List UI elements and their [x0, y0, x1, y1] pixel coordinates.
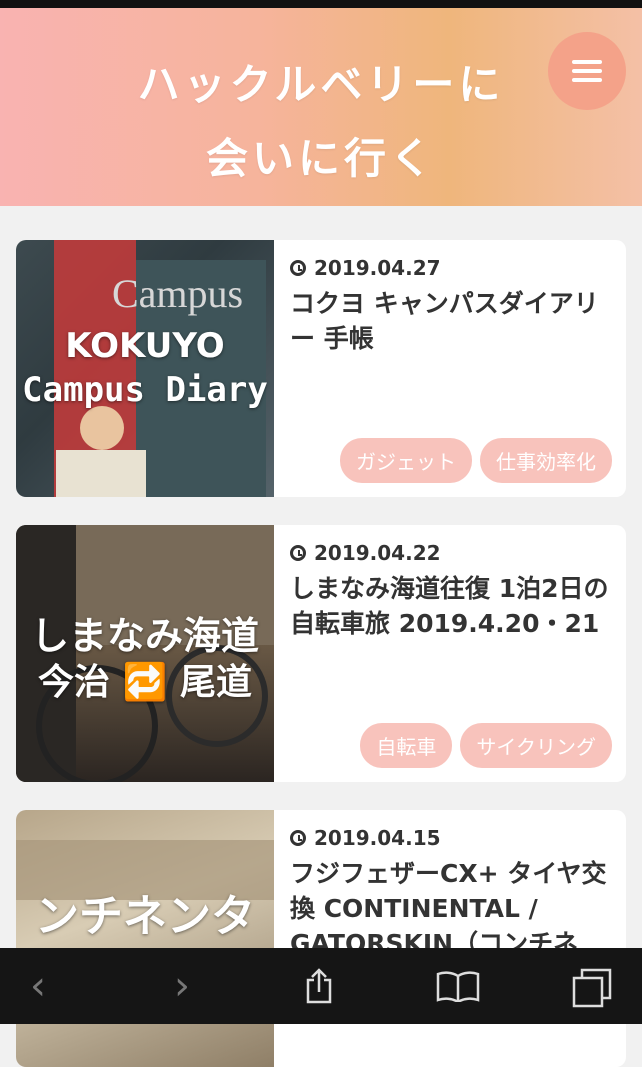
post-date: 2019.04.27 — [290, 256, 616, 280]
post-date: 2019.04.22 — [290, 541, 616, 565]
clock-icon — [290, 260, 306, 276]
tag[interactable]: ガジェット — [340, 438, 472, 483]
book-icon[interactable] — [436, 970, 480, 1002]
thumb-caption: しまなみ海道 — [30, 614, 259, 658]
clock-icon — [290, 830, 306, 846]
thumb-caption: ンチネンタ — [35, 891, 255, 942]
post-date: 2019.04.15 — [290, 826, 616, 850]
tag[interactable]: サイクリング — [460, 723, 612, 768]
post-title[interactable]: フジフェザーCX+ タイヤ交換 CONTINENTAL / GATORSKIN（… — [290, 856, 616, 961]
tag[interactable]: 仕事効率化 — [480, 438, 612, 483]
post-thumbnail[interactable]: しまなみ海道 今治 🔁 尾道 — [16, 525, 274, 782]
thumb-caption: KOKUYO — [65, 326, 225, 366]
site-header: ハックルベリーに 会いに行く — [0, 8, 642, 206]
tag[interactable]: 自転車 — [360, 723, 453, 768]
site-title-line1: ハックルベリーに — [137, 60, 505, 109]
post-card[interactable]: しまなみ海道 今治 🔁 尾道 2019.04.22 しまなみ海道往復 1泊2日の… — [16, 525, 626, 782]
menu-button[interactable] — [548, 32, 626, 110]
share-icon[interactable] — [304, 968, 334, 1004]
thumb-caption: 今治 🔁 尾道 — [38, 662, 252, 703]
browser-toolbar: ‹ › — [0, 948, 642, 1024]
site-title-line2: 会いに行く — [205, 134, 436, 183]
post-title[interactable]: しまなみ海道往復 1泊2日の自転車旅 2019.4.20・21 — [290, 571, 616, 641]
post-thumbnail[interactable]: ンチネンタ — [16, 810, 274, 1067]
post-title[interactable]: コクヨ キャンパスダイアリー 手帳 — [290, 286, 616, 356]
post-card[interactable]: ンチネンタ 2019.04.15 フジフェザーCX+ タイヤ交換 CONTINE… — [16, 810, 626, 1067]
clock-icon — [290, 545, 306, 561]
tabs-icon[interactable] — [572, 968, 612, 1008]
hamburger-icon — [572, 60, 602, 64]
status-bar — [0, 0, 642, 8]
thumb-caption: Campus Diary — [22, 370, 268, 410]
site-title[interactable]: ハックルベリーに 会いに行く — [0, 48, 642, 196]
post-tags: 自転車 サイクリング — [360, 723, 612, 768]
post-card[interactable]: Campus KOKUYO Campus Diary 2019.04.27 コク… — [16, 240, 626, 497]
back-icon[interactable]: ‹ — [8, 948, 68, 1024]
post-thumbnail[interactable]: Campus KOKUYO Campus Diary — [16, 240, 274, 497]
forward-icon[interactable]: › — [152, 948, 212, 1024]
post-tags: ガジェット 仕事効率化 — [340, 438, 612, 483]
